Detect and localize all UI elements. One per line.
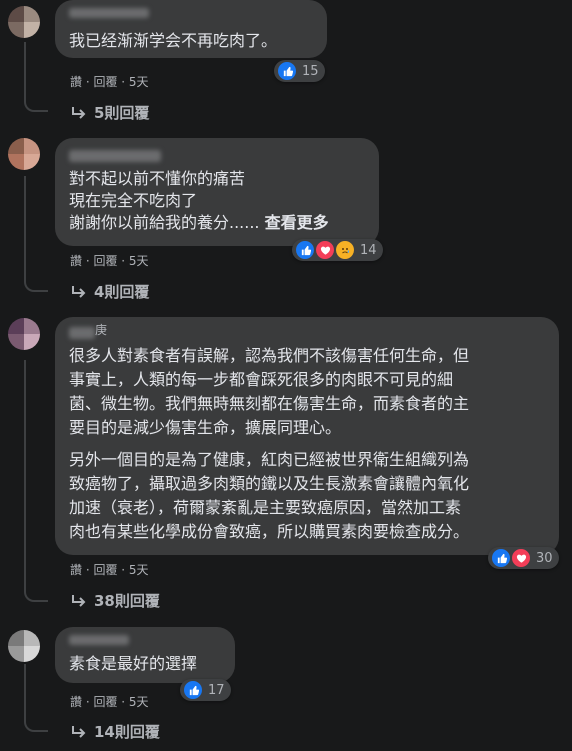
comment-bubble: 對不起以前不懂你的痛苦 現在完全不吃肉了 謝謝你以前給我的養分...... 查看… (55, 138, 379, 246)
comment-line: 對不起以前不懂你的痛苦 (69, 169, 246, 188)
reaction-summary[interactable]: 14 (292, 239, 383, 261)
comment-actions[interactable]: 讚 · 回覆 · 5天 (70, 252, 149, 269)
commenter-name[interactable] (69, 635, 129, 645)
reply-arrow-icon (72, 725, 86, 738)
like-icon (182, 679, 204, 701)
avatar[interactable] (8, 6, 40, 38)
like-icon (294, 239, 316, 261)
comment-line: 謝謝你以前給我的養分...... (69, 213, 260, 232)
thread-connector (24, 588, 48, 602)
see-more-link[interactable]: 查看更多 (265, 213, 329, 232)
avatar[interactable] (8, 318, 40, 350)
thread-connector (24, 278, 48, 292)
thread-line (24, 42, 26, 98)
sad-icon (334, 239, 356, 261)
comment-line: 另外一個目的是為了健康，紅肉已經被世界衛生組織列為 (69, 450, 470, 469)
thread-line (24, 360, 26, 590)
reaction-count: 17 (208, 682, 225, 698)
comment-line: 要目的是減少傷害生命，擴展同理心。 (69, 418, 342, 437)
reply-arrow-icon (72, 285, 86, 298)
comment-bubble: 我已经渐渐学会不再吃肉了。 (55, 0, 327, 58)
view-replies-link[interactable]: 4則回覆 (70, 281, 149, 302)
like-icon (490, 547, 512, 569)
replies-count-label: 14則回覆 (94, 723, 160, 741)
replies-count-label: 5則回覆 (94, 104, 150, 122)
comment-line: 肉也有某些化學成份會致癌，所以購買素肉要檢查成分。 (69, 522, 470, 541)
comment-line: 很多人對素食者有誤解，認為我們不該傷害任何生命，但 (69, 346, 470, 365)
comment-actions[interactable]: 讚 · 回覆 · 5天 (70, 73, 149, 90)
comment-line: 加速（衰老），荷爾蒙紊亂是主要致癌原因，當然加工素 (69, 498, 462, 517)
comment-line: 現在完全不吃肉了 (69, 191, 198, 210)
thread-connector (24, 96, 48, 112)
comment-line: 事實上，人類的每一步都會踩死很多的肉眼不可見的細 (69, 370, 454, 389)
view-replies-link[interactable]: 14則回覆 (70, 721, 160, 742)
reaction-summary[interactable]: 30 (488, 547, 559, 569)
replies-count-label: 38則回覆 (94, 592, 160, 610)
reaction-count: 14 (360, 242, 377, 258)
comment-text: 素食是最好的選擇 (69, 654, 198, 673)
comment-line-wrap: 謝謝你以前給我的養分...... 查看更多 (69, 212, 329, 234)
replies-count-label: 4則回覆 (94, 283, 150, 301)
reaction-count: 15 (302, 63, 319, 79)
commenter-name-fragment: 庚 (95, 323, 108, 337)
commenter-name[interactable] (69, 150, 161, 162)
reaction-count: 30 (536, 550, 553, 566)
comment-actions[interactable]: 讚 · 回覆 · 5天 (70, 693, 149, 710)
love-icon (510, 547, 532, 569)
comment-bubble: 庚 很多人對素食者有誤解，認為我們不該傷害任何生命，但 事實上，人類的每一步都會… (55, 317, 559, 555)
comment-line: 致癌物了，攝取過多肉類的鐵以及生長激素會讓體內氧化 (69, 474, 470, 493)
reply-arrow-icon (72, 106, 86, 119)
thread-line (24, 176, 26, 280)
commenter-name[interactable] (69, 327, 95, 339)
comment-actions[interactable]: 讚 · 回覆 · 5天 (70, 561, 149, 578)
like-icon (276, 60, 298, 82)
love-icon (314, 239, 336, 261)
thread-connector (24, 718, 48, 732)
thread-line (24, 664, 26, 720)
comment-bubble: 素食是最好的選擇 (55, 627, 235, 683)
comment-line: 菌、微生物。我們無時無刻都在傷害生命，而素食者的主 (69, 394, 470, 413)
comment-text: 我已经渐渐学会不再吃肉了。 (69, 31, 278, 50)
commenter-name[interactable] (69, 8, 149, 18)
view-replies-link[interactable]: 5則回覆 (70, 102, 149, 123)
avatar[interactable] (8, 138, 40, 170)
avatar[interactable] (8, 630, 40, 662)
reply-arrow-icon (72, 594, 86, 607)
view-replies-link[interactable]: 38則回覆 (70, 590, 160, 611)
reaction-summary[interactable]: 17 (180, 679, 231, 701)
reaction-summary[interactable]: 15 (274, 60, 325, 82)
